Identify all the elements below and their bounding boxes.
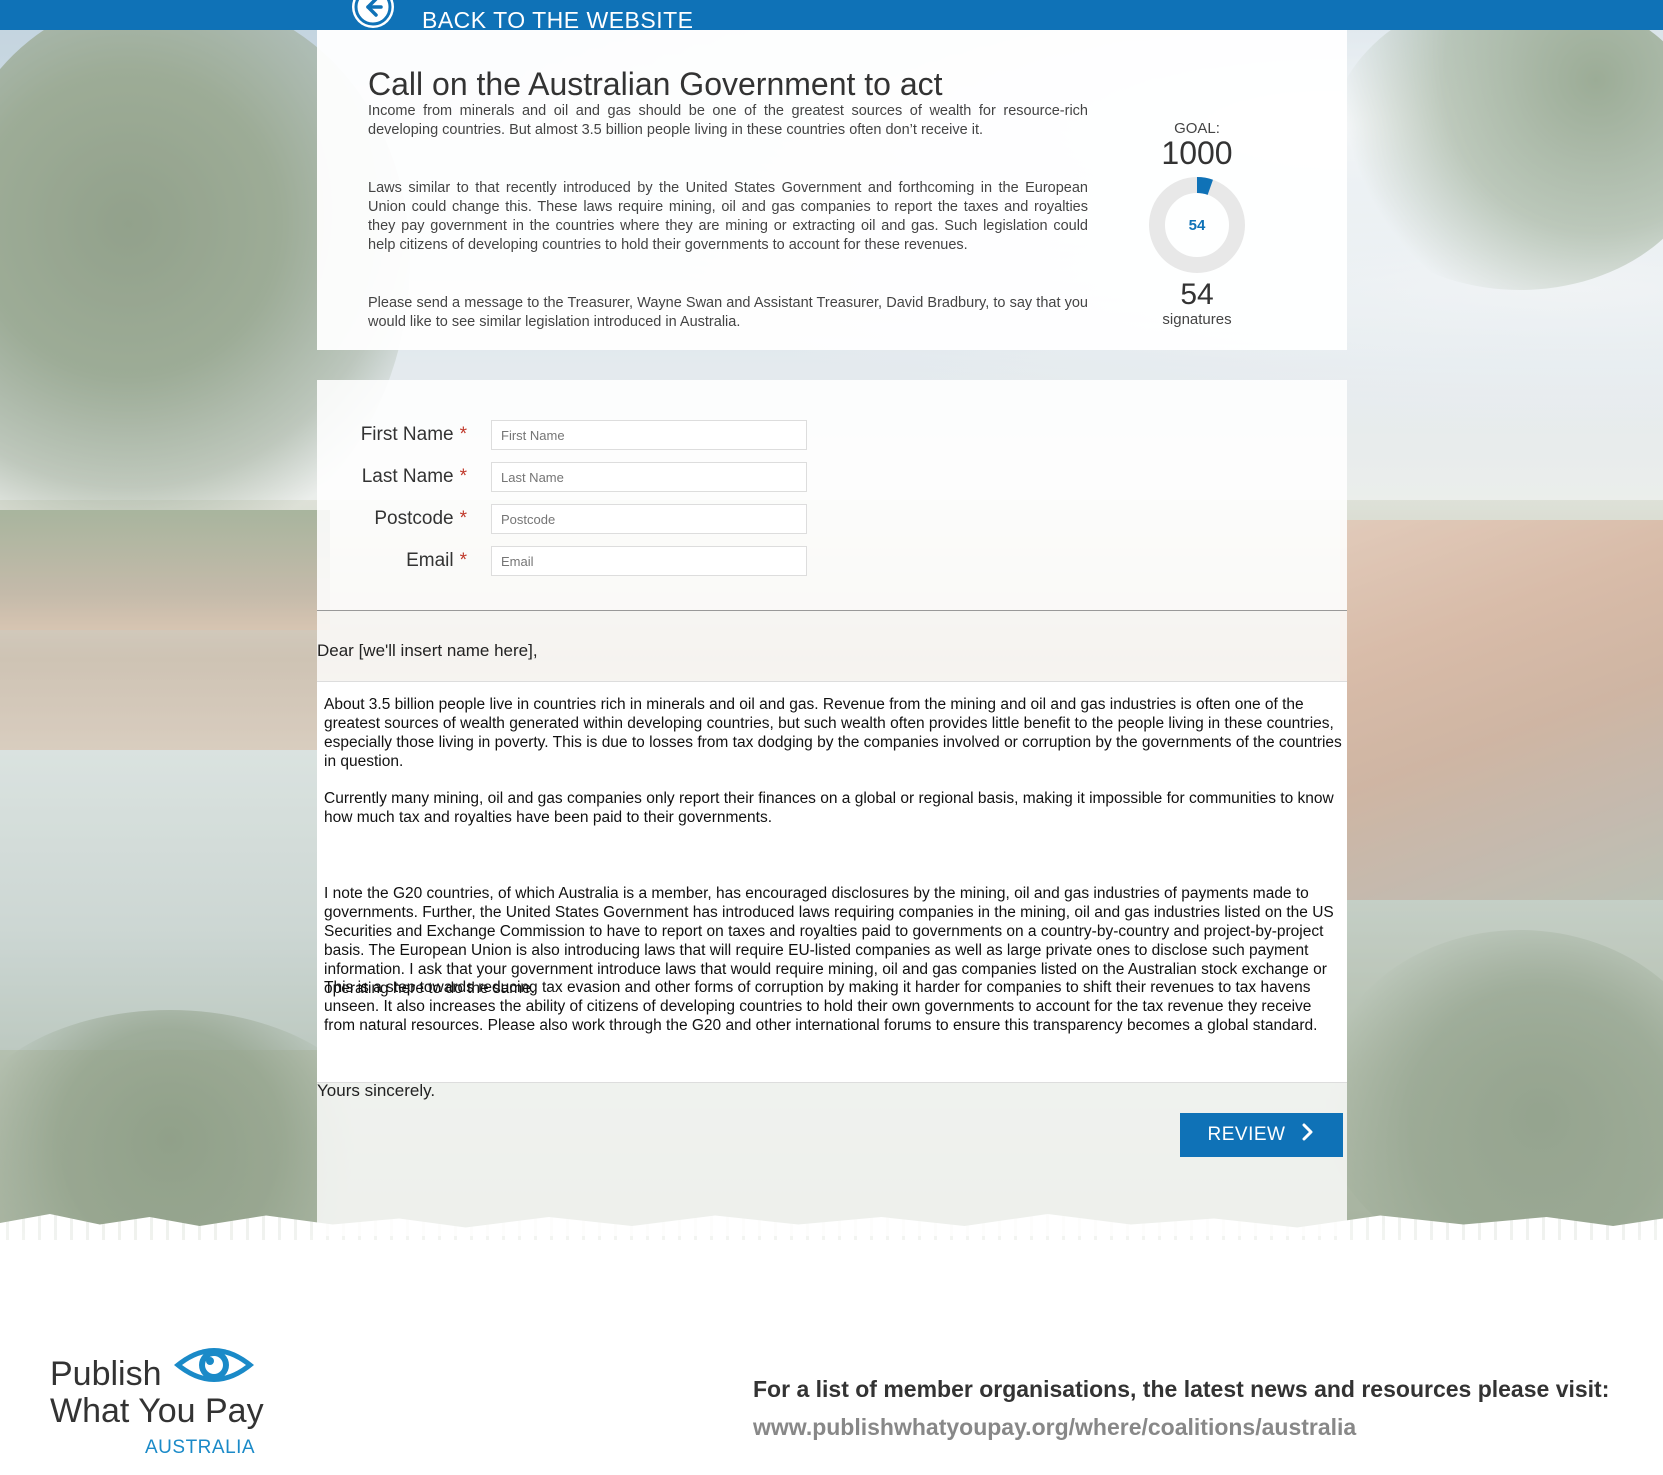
signature-count: 54	[1180, 278, 1214, 311]
footer-message: For a list of member organisations, the …	[753, 1376, 1610, 1402]
signature-form: First Name* Last Name* Postcode* Email*	[317, 380, 1347, 611]
intro-paragraph: Laws similar to that recently introduced…	[368, 180, 1088, 253]
first-name-label: First Name *	[360, 424, 467, 445]
letter-panel: Dear [we'll insert name here], About 3.5…	[317, 611, 1347, 1236]
letter-greeting: Dear [we'll insert name here],	[317, 641, 538, 660]
page-title: Call on the Australian Government to act	[368, 66, 943, 102]
first-name-field: First Name *	[317, 420, 817, 452]
postcode-label: Postcode *	[374, 508, 467, 529]
signature-goal-widget: GOAL: 1000 54 54 signatures	[1117, 120, 1277, 328]
required-mark: *	[459, 550, 467, 571]
logo-text-line2: What You Pay	[50, 1392, 264, 1430]
last-name-field: Last Name *	[317, 462, 817, 494]
last-name-label: Last Name *	[361, 466, 467, 487]
logo-text-line1: Publish	[50, 1355, 162, 1393]
review-button[interactable]: REVIEW	[1180, 1113, 1343, 1157]
email-label: Email *	[406, 550, 467, 571]
coalition-link[interactable]: www.publishwhatyoupay.org/where/coalitio…	[753, 1414, 1356, 1441]
letter-closing: Yours sincerely.	[317, 1081, 436, 1100]
letter-paragraph: About 3.5 billion people live in countri…	[324, 696, 1342, 770]
intro-paragraph: Please send a message to the Treasurer, …	[368, 295, 1088, 330]
required-mark: *	[459, 424, 467, 445]
publish-what-you-pay-logo[interactable]: Publish What You Pay AUSTRALIA	[50, 1348, 290, 1475]
arrow-left-circle-icon	[352, 0, 394, 28]
required-mark: *	[459, 466, 467, 487]
intro-panel: Call on the Australian Government to act…	[317, 30, 1347, 350]
letter-body[interactable]: About 3.5 billion people live in countri…	[317, 681, 1347, 1083]
logo-subtitle: AUSTRALIA	[145, 1437, 256, 1458]
eye-icon	[170, 1339, 258, 1396]
postcode-input[interactable]	[491, 504, 807, 534]
signature-count-label: signatures	[1162, 311, 1232, 328]
letter-paragraph: Currently many mining, oil and gas compa…	[324, 790, 1334, 826]
top-bar: BACK TO THE WEBSITE	[0, 0, 1663, 33]
email-input[interactable]	[491, 546, 807, 576]
chevron-right-icon	[1301, 1123, 1315, 1147]
email-field: Email *	[317, 546, 817, 578]
progress-donut: 54	[1147, 175, 1247, 275]
goal-target: 1000	[1161, 135, 1233, 171]
intro-paragraph: Income from minerals and oil and gas sho…	[368, 103, 1088, 138]
letter-paragraph: This is a step towards reducing tax evas…	[324, 979, 1318, 1034]
first-name-input[interactable]	[491, 420, 807, 450]
progress-center-value: 54	[1188, 216, 1206, 234]
postcode-field: Postcode *	[317, 504, 817, 536]
last-name-input[interactable]	[491, 462, 807, 492]
required-mark: *	[459, 508, 467, 529]
review-button-label: REVIEW	[1207, 1124, 1286, 1145]
